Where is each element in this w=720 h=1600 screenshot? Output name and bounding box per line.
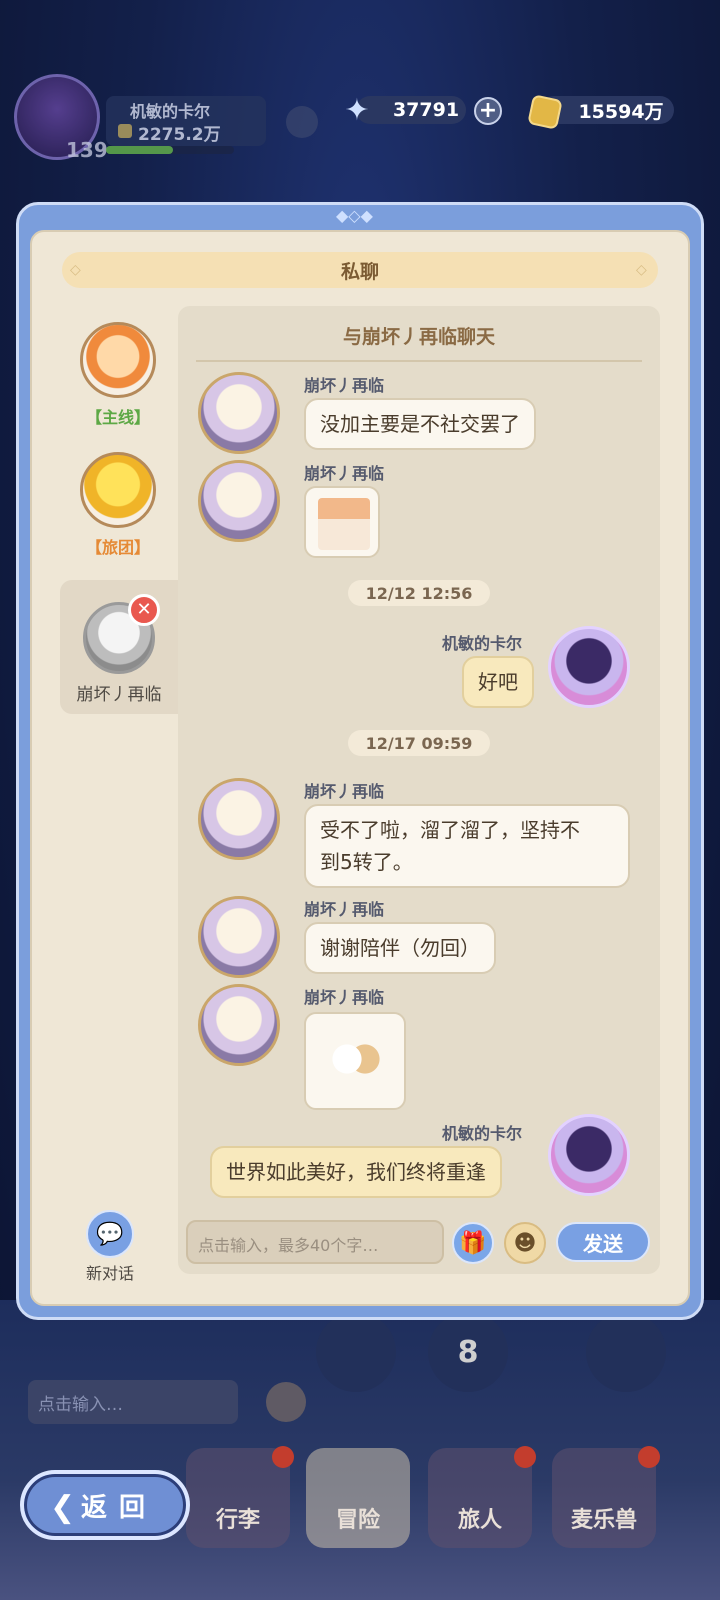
bg-chat-input[interactable]: 点击输入… bbox=[28, 1380, 238, 1424]
new-chat-button[interactable]: 💬 新对话 bbox=[80, 1210, 140, 1284]
dialog-ornament-icon: ◆◇◆ bbox=[336, 206, 373, 225]
dog-sticker-image bbox=[318, 498, 370, 550]
new-chat-label: 新对话 bbox=[85, 1264, 134, 1283]
hug-sticker bbox=[304, 1012, 406, 1110]
sidebar-item-label: 崩坏丿再临 bbox=[76, 685, 162, 705]
power-icon bbox=[118, 124, 132, 138]
title-left-diamond-icon: ◇ bbox=[70, 262, 81, 278]
bg-badge-8: 8 bbox=[428, 1312, 508, 1392]
message-input[interactable]: 点击输入，最多40个字… bbox=[186, 1220, 444, 1264]
sidebar-item-main[interactable]: 【主线】 bbox=[78, 322, 158, 428]
sidebar-item-label: 【旅团】 bbox=[85, 538, 150, 557]
bg-emoji-icon[interactable] bbox=[266, 1382, 306, 1422]
message-sender: 崩坏丿再临 bbox=[304, 782, 385, 801]
my-message-bubble: 好吧 bbox=[462, 656, 534, 708]
add-gems-button[interactable]: + bbox=[474, 97, 502, 125]
message-line: 受不了啦，溜了溜了，坚持不 bbox=[320, 818, 580, 842]
player-name: 机敏的卡尔 bbox=[130, 102, 211, 121]
message-sender: 机敏的卡尔 bbox=[442, 1124, 523, 1143]
message-bubble: 谢谢陪伴（勿回） bbox=[304, 922, 496, 974]
contact-avatar[interactable] bbox=[198, 896, 280, 978]
my-avatar[interactable] bbox=[548, 626, 630, 708]
sidebar-item-guild[interactable]: 【旅团】 bbox=[78, 452, 158, 558]
message-sender: 崩坏丿再临 bbox=[304, 376, 385, 395]
timestamp: 12/17 09:59 bbox=[348, 730, 490, 756]
map-icon[interactable] bbox=[286, 106, 318, 138]
message-sender: 机敏的卡尔 bbox=[442, 634, 523, 653]
message-sender: 崩坏丿再临 bbox=[304, 464, 385, 483]
tab-travelers[interactable]: 旅人 bbox=[428, 1446, 536, 1548]
dog-sticker bbox=[304, 486, 380, 558]
gold-count: 15594万 bbox=[578, 100, 664, 123]
my-avatar[interactable] bbox=[548, 1114, 630, 1196]
bg-skill-slot bbox=[586, 1312, 666, 1392]
guild-tree-avatar bbox=[80, 452, 156, 528]
player-level: 139 bbox=[66, 138, 108, 162]
send-button[interactable]: 发送 bbox=[556, 1222, 650, 1262]
message-bubble: 没加主要是不社交罢了 bbox=[304, 398, 536, 450]
tab-luggage[interactable]: 行李 bbox=[186, 1446, 294, 1548]
timestamp: 12/12 12:56 bbox=[348, 580, 490, 606]
message-sender: 崩坏丿再临 bbox=[304, 988, 385, 1007]
gift-icon[interactable]: 🎁 bbox=[452, 1222, 494, 1264]
tab-adventure[interactable]: 冒险 bbox=[306, 1448, 410, 1548]
player-power: 2275.2万 bbox=[138, 125, 221, 145]
message-sender: 崩坏丿再临 bbox=[304, 900, 385, 919]
tab-pets[interactable]: 麦乐兽 bbox=[552, 1446, 660, 1548]
dialog-title: 私聊 bbox=[62, 252, 658, 288]
exp-bar bbox=[106, 146, 234, 154]
contact-avatar[interactable] bbox=[198, 984, 280, 1066]
bg-character-slot bbox=[316, 1312, 396, 1392]
sidebar-item-label: 【主线】 bbox=[85, 408, 150, 427]
emoji-icon[interactable]: ☻ bbox=[504, 1222, 546, 1264]
main-quest-avatar bbox=[80, 322, 156, 398]
my-message-bubble: 世界如此美好，我们终将重逢 bbox=[210, 1146, 502, 1198]
message-bubble: 受不了啦，溜了溜了，坚持不 到5转了。 bbox=[304, 804, 630, 888]
hug-sticker-image bbox=[326, 1032, 386, 1092]
gold-icon bbox=[527, 94, 563, 130]
gem-count: 37791 bbox=[392, 99, 460, 121]
contact-avatar[interactable] bbox=[198, 372, 280, 454]
back-button[interactable]: ❮ 返回 bbox=[20, 1470, 190, 1540]
title-right-diamond-icon: ◇ bbox=[636, 262, 647, 278]
back-arrow-icon: ❮ bbox=[50, 1490, 76, 1525]
close-conversation-icon[interactable]: ✕ bbox=[128, 594, 160, 626]
chat-title: 与崩坏丿再临聊天 bbox=[342, 326, 495, 348]
gem-icon: ✦ bbox=[344, 93, 370, 128]
gem-counter: 37791 bbox=[356, 96, 466, 124]
message-line: 到5转了。 bbox=[320, 850, 413, 874]
chat-title-divider bbox=[196, 360, 642, 362]
contact-avatar[interactable] bbox=[198, 778, 280, 860]
contact-avatar[interactable] bbox=[198, 460, 280, 542]
chat-plus-icon: 💬 bbox=[86, 1210, 134, 1258]
